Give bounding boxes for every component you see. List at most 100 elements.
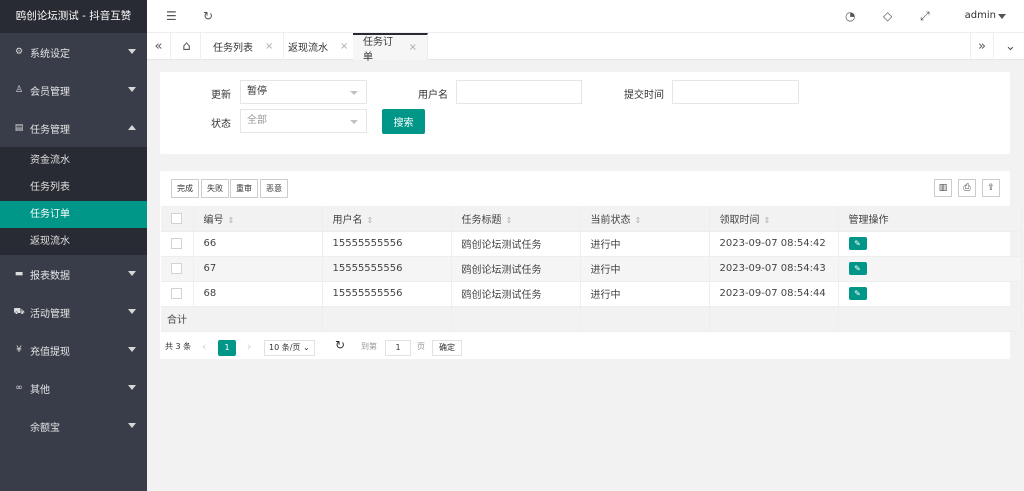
search-button[interactable]: 搜索 bbox=[382, 109, 425, 134]
tab-task-orders[interactable]: 任务订单 × bbox=[353, 33, 428, 63]
row-checkbox[interactable] bbox=[171, 287, 182, 299]
submit-time-input[interactable] bbox=[672, 80, 799, 104]
cell-task-title: 鸥创论坛测试任务 bbox=[451, 281, 581, 307]
sidebar-item-reports[interactable]: ▬ 报表数据 bbox=[0, 255, 147, 293]
columns-icon[interactable]: ▥ bbox=[934, 179, 952, 197]
select-all-checkbox[interactable] bbox=[171, 212, 182, 224]
top-header: ☰ ↻ ◔ ◇ ⤢ admin bbox=[147, 0, 1024, 33]
col-id[interactable]: 编号 ⇕ bbox=[193, 206, 323, 232]
edit-icon[interactable]: ✎ bbox=[848, 262, 867, 275]
tab-label: 任务订单 bbox=[363, 36, 393, 63]
complete-button[interactable]: 完成 bbox=[171, 179, 199, 198]
fail-button[interactable]: 失败 bbox=[201, 179, 229, 198]
close-icon[interactable]: × bbox=[265, 41, 273, 52]
total-cell bbox=[838, 306, 1022, 332]
re-review-button[interactable]: 重审 bbox=[230, 179, 258, 198]
row-checkbox[interactable] bbox=[171, 262, 182, 274]
close-icon[interactable]: × bbox=[409, 42, 417, 53]
refresh-icon[interactable]: ↻ bbox=[203, 9, 213, 23]
chevron-up-icon bbox=[128, 125, 136, 130]
gear-icon: ⚙ bbox=[14, 47, 24, 57]
close-icon[interactable]: × bbox=[340, 41, 348, 52]
menu-toggle-icon[interactable]: ☰ bbox=[166, 9, 177, 23]
prev-page-icon[interactable]: ‹ bbox=[202, 340, 206, 354]
tab-label: 任务列表 bbox=[213, 43, 253, 54]
print-icon[interactable]: ⎙ bbox=[958, 179, 976, 197]
edit-icon[interactable]: ✎ bbox=[848, 287, 867, 300]
sort-icon[interactable]: ⇕ bbox=[506, 216, 513, 225]
row-checkbox[interactable] bbox=[171, 237, 182, 249]
cell-actions: ✎ bbox=[838, 231, 1022, 257]
table-row: 66 15555555556 鸥创论坛测试任务 进行中 2023-09-07 0… bbox=[161, 231, 1022, 257]
cell-actions: ✎ bbox=[838, 281, 1022, 307]
sidebar-item-recharge[interactable]: ¥ 充值提现 bbox=[0, 331, 147, 369]
update-select[interactable]: 暂停 bbox=[240, 80, 367, 104]
row-select-cell[interactable] bbox=[161, 256, 194, 282]
row-select-cell[interactable] bbox=[161, 281, 194, 307]
update-select-value: 暂停 bbox=[247, 86, 267, 97]
col-task-title[interactable]: 任务标题 ⇕ bbox=[451, 206, 581, 232]
cell-task-title: 鸥创论坛测试任务 bbox=[451, 231, 581, 257]
col-username[interactable]: 用户名 ⇕ bbox=[322, 206, 452, 232]
home-icon[interactable]: ⌂ bbox=[173, 33, 201, 60]
sidebar-subnav: 资金流水 任务列表 任务订单 返现流水 bbox=[0, 147, 147, 255]
select-all-cell[interactable] bbox=[161, 206, 194, 232]
sort-icon[interactable]: ⇕ bbox=[228, 216, 235, 225]
table-total-row: 合计 bbox=[161, 306, 1022, 332]
sort-icon[interactable]: ⇕ bbox=[764, 216, 771, 225]
row-select-cell[interactable] bbox=[161, 231, 194, 257]
tab-cashback-flow[interactable]: 返现流水 × bbox=[278, 33, 360, 60]
next-page-icon[interactable]: › bbox=[247, 340, 251, 354]
refresh-icon[interactable]: ↻ bbox=[335, 338, 345, 352]
tab-menu-icon[interactable]: ⌄ bbox=[997, 33, 1024, 60]
link-icon: ∞ bbox=[15, 383, 23, 393]
palette-icon[interactable]: ◔ bbox=[845, 9, 855, 23]
tag-icon[interactable]: ◇ bbox=[883, 9, 892, 23]
col-status[interactable]: 当前状态 ⇕ bbox=[580, 206, 710, 232]
sidebar-item-members[interactable]: ♙ 会员管理 bbox=[0, 71, 147, 109]
edit-icon[interactable]: ✎ bbox=[848, 237, 867, 250]
sidebar-item-other[interactable]: ∞ 其他 bbox=[0, 369, 147, 407]
col-claim-time[interactable]: 领取时间 ⇕ bbox=[709, 206, 839, 232]
sidebar-subitem-task-orders[interactable]: 任务订单 bbox=[0, 201, 147, 228]
tab-label: 返现流水 bbox=[288, 43, 328, 54]
app-title: 鸥创论坛测试 - 抖音互赞 bbox=[0, 0, 147, 33]
status-select-value: 全部 bbox=[247, 115, 267, 126]
username-input[interactable] bbox=[456, 80, 582, 104]
goto-page-input[interactable]: 1 bbox=[385, 340, 411, 356]
export-icon[interactable]: ⇪ bbox=[982, 179, 1000, 197]
sidebar-item-yuebao[interactable]: 余额宝 bbox=[0, 407, 147, 445]
tab-scroll-right-icon[interactable]: » bbox=[970, 33, 994, 60]
table-card: 完成 失败 重审 恶意 ▥ ⎙ ⇪ 编号 ⇕ 用户名 ⇕ 任务标题 ⇕ 当前状态 ⇕ 领… bbox=[160, 171, 1022, 359]
yen-icon: ¥ bbox=[16, 345, 22, 355]
page-1-button[interactable]: 1 bbox=[218, 340, 236, 356]
cell-status: 进行中 bbox=[580, 256, 710, 282]
orders-table: 编号 ⇕ 用户名 ⇕ 任务标题 ⇕ 当前状态 ⇕ 领取时间 ⇕ 管理操作 66 15555… bbox=[161, 206, 1022, 332]
tab-task-list[interactable]: 任务列表 × bbox=[203, 33, 285, 60]
cell-actions: ✎ bbox=[838, 256, 1022, 282]
cell-username: 15555555556 bbox=[322, 231, 452, 257]
page-unit-label: 页 bbox=[417, 342, 425, 351]
sidebar-subitem-task-list[interactable]: 任务列表 bbox=[0, 174, 147, 201]
status-select[interactable]: 全部 bbox=[240, 109, 367, 133]
sidebar-item-activities[interactable]: ⛟ 活动管理 bbox=[0, 293, 147, 331]
per-page-select[interactable]: 10 条/页 ⌄ bbox=[264, 340, 315, 356]
sidebar-item-tasks[interactable]: ▤ 任务管理 bbox=[0, 109, 147, 147]
goto-confirm-button[interactable]: 确定 bbox=[432, 340, 462, 356]
tab-scroll-left-icon[interactable]: « bbox=[147, 33, 171, 60]
sidebar-subitem-cashback-flow[interactable]: 返现流水 bbox=[0, 228, 147, 255]
col-claim-time-label: 领取时间 bbox=[719, 214, 760, 226]
chevron-down-icon bbox=[128, 309, 136, 314]
sidebar-item-label: 其他 bbox=[30, 384, 50, 396]
sort-icon[interactable]: ⇕ bbox=[635, 216, 642, 225]
fullscreen-icon[interactable]: ⤢ bbox=[920, 9, 930, 23]
search-card: 更新 暂停 用户名 提交时间 状态 全部 搜索 bbox=[160, 72, 1010, 154]
sidebar-subitem-fund-flow[interactable]: 资金流水 bbox=[0, 147, 147, 174]
car-icon: ⛟ bbox=[13, 306, 25, 317]
user-menu[interactable]: admin bbox=[965, 10, 996, 21]
malicious-button[interactable]: 恶意 bbox=[260, 179, 288, 198]
table-row: 68 15555555556 鸥创论坛测试任务 进行中 2023-09-07 0… bbox=[161, 281, 1022, 307]
sidebar-item-system[interactable]: ⚙ 系统设定 bbox=[0, 33, 147, 71]
sort-icon[interactable]: ⇕ bbox=[367, 216, 374, 225]
cell-status: 进行中 bbox=[580, 281, 710, 307]
